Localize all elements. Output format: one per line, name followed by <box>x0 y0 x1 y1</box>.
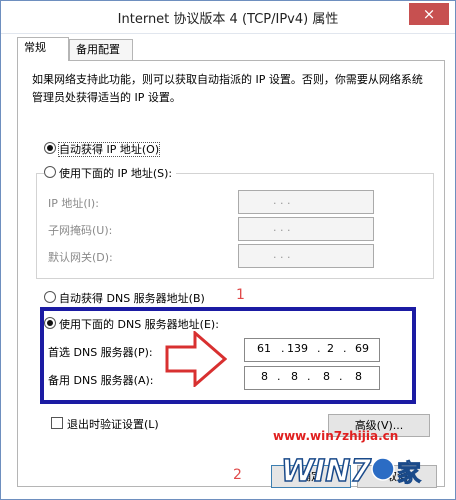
radio-unselected-icon <box>44 291 56 303</box>
close-button[interactable]: × <box>409 3 449 25</box>
auto-dns-radio[interactable]: 自动获得 DNS 服务器地址(B) <box>44 291 205 306</box>
auto-ip-radio[interactable]: 自动获得 IP 地址(O) <box>44 142 161 157</box>
arrow-right-icon <box>165 331 227 387</box>
tab-alternate-config[interactable]: 备用配置 <box>69 39 133 60</box>
svg-text:WIN7: WIN7 <box>281 454 371 489</box>
highlight-box <box>40 307 416 404</box>
radio-selected-icon <box>44 142 56 154</box>
subnet-mask-label: 子网掩码(U): <box>48 224 113 237</box>
annotation-step-2: 2 <box>233 467 242 483</box>
auto-dns-label: 自动获得 DNS 服务器地址(B) <box>59 292 205 305</box>
default-gateway-input[interactable]: . . . <box>238 244 374 268</box>
default-gateway-label: 默认网关(D): <box>48 251 113 264</box>
watermark-url: www.win7zhijia.cn <box>273 429 399 443</box>
manual-ip-label: 使用下面的 IP 地址(S): <box>59 167 173 180</box>
radio-unselected-icon <box>44 166 56 178</box>
annotation-step-1: 1 <box>236 287 245 303</box>
tab-general[interactable]: 常规 <box>17 37 69 61</box>
subnet-mask-input[interactable]: . . . <box>238 217 374 241</box>
ip-address-input[interactable]: . . . <box>238 190 374 214</box>
title-bar: Internet 协议版本 4 (TCP/IPv4) 属性 × <box>1 1 455 34</box>
watermark-logo: WIN7 家 <box>279 447 439 491</box>
window-title: Internet 协议版本 4 (TCP/IPv4) 属性 <box>117 12 339 27</box>
manual-ip-radio[interactable]: 使用下面的 IP 地址(S): <box>44 166 177 181</box>
svg-text:家: 家 <box>397 459 421 487</box>
validate-settings-label: 退出时验证设置(L) <box>67 418 159 431</box>
dialog-window: Internet 协议版本 4 (TCP/IPv4) 属性 × 常规 备用配置 … <box>0 0 456 500</box>
ip-address-label: IP 地址(I): <box>48 197 99 210</box>
auto-ip-label: 自动获得 IP 地址(O) <box>57 142 161 157</box>
description-text: 如果网络支持此功能，则可以获取自动指派的 IP 设置。否则，你需要从网络系统管理… <box>32 73 423 104</box>
win7-logo-icon: WIN7 家 <box>280 453 421 490</box>
validate-settings-checkbox[interactable]: 退出时验证设置(L) <box>51 416 159 432</box>
checkbox-icon <box>51 417 63 429</box>
